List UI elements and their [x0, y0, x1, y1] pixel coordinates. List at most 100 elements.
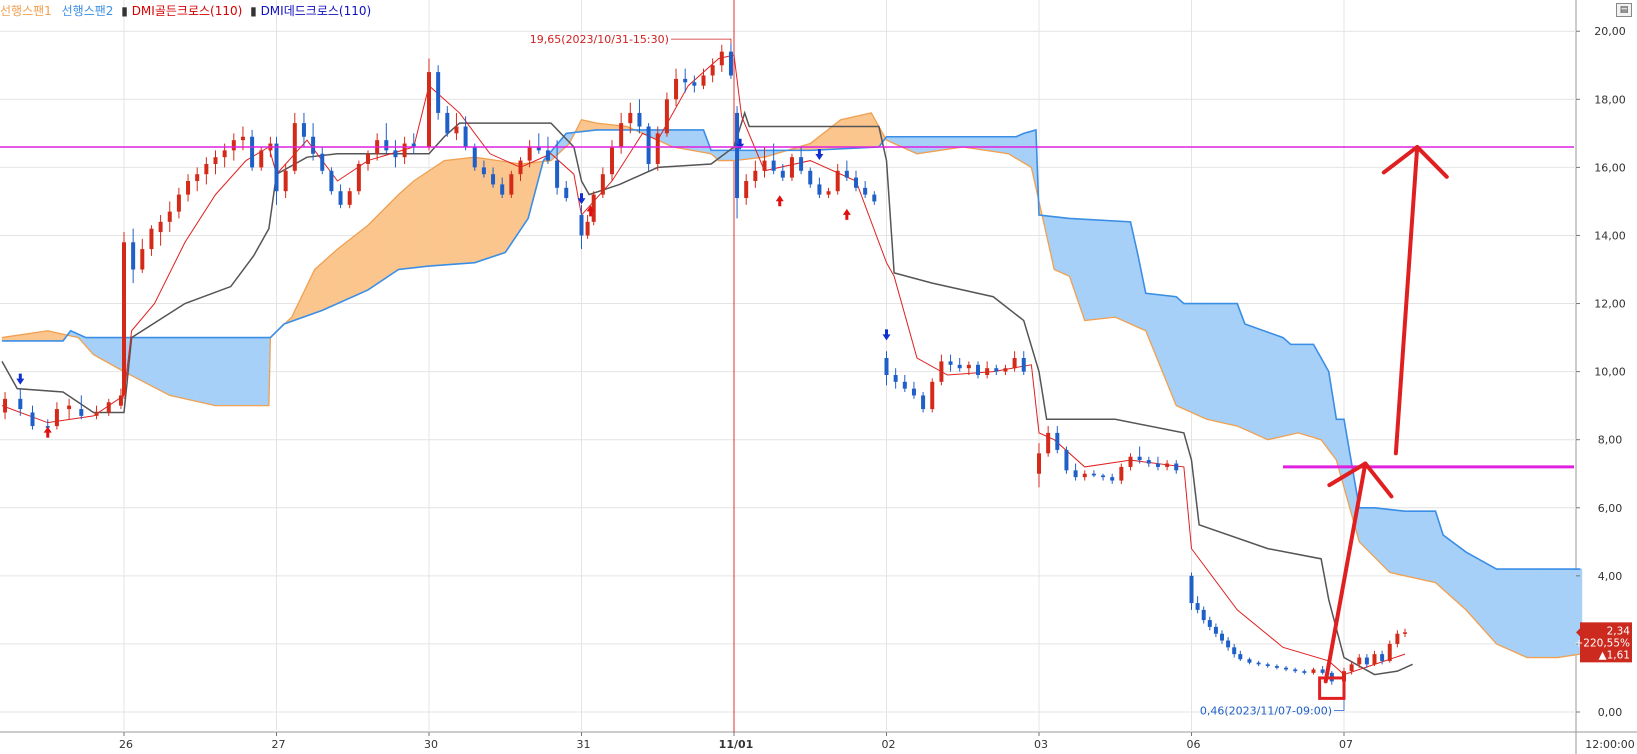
candle-body [213, 157, 218, 164]
candle-body [393, 150, 398, 158]
candle-body [683, 78, 688, 83]
candle-body [436, 72, 441, 113]
candle-body [79, 409, 84, 416]
y-tick-label: 16,00 [1594, 161, 1626, 174]
candle-body [402, 143, 407, 158]
candle-body [844, 170, 849, 178]
candle-body [710, 65, 715, 76]
candle-body [1021, 358, 1026, 372]
candle-body [976, 364, 980, 376]
candle-body [719, 51, 724, 66]
x-tick-label: 02 [882, 738, 896, 751]
candle-body [94, 412, 99, 416]
candle-body [283, 170, 288, 192]
candle-body [30, 412, 35, 427]
chart-settings-button[interactable]: ▤ [1616, 3, 1632, 17]
candle-body [1364, 657, 1369, 665]
candle-body [1311, 669, 1316, 673]
candle-body [728, 51, 733, 76]
candle-body [585, 221, 590, 236]
candle-body [149, 228, 154, 250]
y-tick-label: 8,00 [1598, 434, 1623, 447]
y-tick-label: 6,00 [1598, 502, 1623, 515]
candle-body [158, 221, 163, 233]
x-tick-label: 30 [424, 738, 438, 751]
candle-body [1238, 654, 1243, 660]
candle-body [118, 395, 123, 406]
legend-dmi-dead-icon: ▮ [250, 4, 257, 18]
y-tick-label: 10,00 [1594, 366, 1626, 379]
candle-body [311, 136, 316, 154]
candle-body [1155, 463, 1160, 467]
chart-canvas: 19,65(2023/10/31-15:30) 0,46(2023/11/07-0… [0, 0, 1637, 754]
candle-body [579, 215, 584, 236]
candle-body [1012, 358, 1017, 369]
candle-body [231, 140, 236, 151]
candle-body [518, 160, 523, 175]
candle-body [966, 364, 971, 369]
candle-body [259, 150, 264, 168]
candle-body [1082, 473, 1087, 478]
candle-body [329, 170, 334, 192]
x-tick-label: 26 [119, 738, 133, 751]
candle-body [1220, 633, 1224, 641]
candle-body [301, 123, 306, 137]
candle-body [1174, 463, 1179, 471]
candle-body [1256, 662, 1261, 665]
candle-body [122, 242, 126, 396]
x-tick-label: 11/01 [719, 738, 754, 751]
candle-body [701, 75, 706, 86]
candle-body [1101, 475, 1106, 478]
x-tick-label: 31 [577, 738, 591, 751]
candle-body [1274, 666, 1279, 668]
x-tick-label: 03 [1034, 738, 1048, 751]
candle-body [1226, 640, 1231, 648]
candle-body [1189, 575, 1194, 604]
candle-body [1232, 647, 1237, 655]
candle-body [427, 72, 431, 147]
y-tick-label: 20,00 [1594, 25, 1626, 38]
candle-body [600, 174, 605, 195]
candle-body [619, 123, 624, 147]
candle-body [921, 395, 926, 410]
candle-body [106, 402, 111, 413]
candle-body [753, 170, 758, 181]
candle-body [1395, 633, 1400, 644]
candle-body [1128, 456, 1133, 467]
candle-body [472, 146, 477, 168]
candle-body [1380, 654, 1385, 661]
candle-body [610, 146, 614, 175]
candle-body [1284, 667, 1289, 670]
candle-body [1320, 669, 1325, 673]
candle-body [167, 211, 172, 222]
y-tick-label: 12,00 [1594, 298, 1626, 311]
candle-body [347, 191, 352, 205]
candle-body [664, 99, 669, 134]
candle-body [1293, 669, 1298, 672]
candle-body [1003, 368, 1008, 372]
candle-body [939, 361, 944, 382]
candle-body [67, 405, 72, 410]
candle-body [3, 398, 8, 413]
candle-body [655, 133, 660, 164]
candle-body [872, 194, 877, 202]
candle-body [463, 126, 468, 147]
x-tick-label: 27 [272, 738, 286, 751]
candle-body [762, 160, 767, 171]
x-tick-label: 07 [1339, 738, 1353, 751]
candle-body [1146, 460, 1151, 464]
candle-body [735, 112, 740, 199]
candle-body [1119, 466, 1124, 481]
candle-body [771, 160, 776, 171]
candle-body [1073, 470, 1078, 478]
legend-senkou2: 선행스팬2 [62, 3, 114, 18]
price-badge-text: 2,34 [1607, 625, 1631, 637]
candle-body [1247, 659, 1252, 663]
candle-body [1091, 473, 1096, 476]
candle-body [1349, 664, 1354, 672]
candle-body [176, 194, 181, 212]
candle-body [1403, 632, 1407, 634]
candle-body [250, 136, 255, 168]
candle-body [637, 112, 642, 127]
candle-body [863, 187, 868, 195]
